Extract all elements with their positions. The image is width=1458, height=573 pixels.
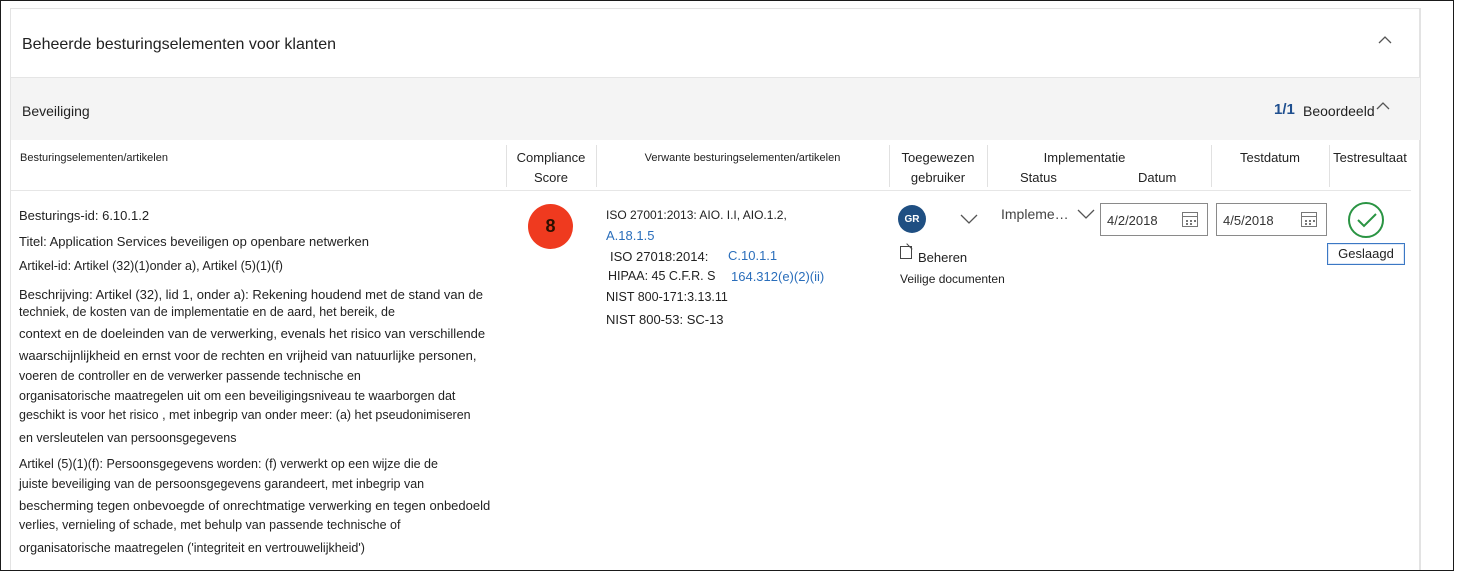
related-iso27018: ISO 27018:2014: [610,249,709,264]
col-header-test-date: Testdatum [1240,150,1300,165]
secure-documents-link[interactable]: Veilige documenten [900,272,1005,286]
test-result-button[interactable]: Geslaagd [1327,243,1405,265]
col-header-score-line2: Score [534,170,568,185]
description-line: geschikt is voor het risico , met inbegr… [19,408,471,422]
assessed-label: Beoordeeld [1303,103,1375,119]
description-line: voeren de controller en de verwerker pas… [19,369,361,383]
manage-link[interactable]: Beheren [918,250,967,265]
col-header-controls: Besturingselementen/artikelen [20,152,168,164]
control-id: Besturings-id: 6.10.1.2 [19,208,150,223]
description-line: techniek, de kosten van de implementatie… [19,305,395,319]
article-line: organisatorische maatregelen ('integrite… [19,541,365,555]
related-iso27001: ISO 27001:2013: AIO. I.I, AIO.1.2, [606,208,787,222]
assigned-user-avatar[interactable]: GR [898,205,926,233]
compliance-score-badge: 8 [528,204,573,249]
related-nist-53: NIST 800-53: SC-13 [606,312,724,327]
control-title: Titel: Application Services beveiligen o… [19,234,370,249]
col-header-score-line1: Compliance [516,150,586,165]
panel-border-right [1420,8,1421,570]
section-header[interactable] [11,77,1420,140]
related-iso27018-link[interactable]: C.10.1.1 [728,248,777,263]
description-line: organisatorische maatregelen uit om een … [19,389,456,403]
edit-document-icon[interactable] [900,246,912,259]
header-row-divider [11,190,1411,191]
panel-title: Beheerde besturingselementen voor klante… [22,36,336,53]
article-id: Artikel-id: Artikel (32)(1)onder a), Art… [19,259,283,273]
chevron-up-icon[interactable] [1378,35,1392,44]
calendar-icon[interactable] [1182,212,1198,227]
status-chevron-down-icon[interactable] [1077,209,1095,219]
related-iso27001-link[interactable]: A.18.1.5 [606,228,654,243]
description-line: context en de doeleinden van de verwerki… [19,326,486,341]
related-nist-171: NIST 800-171:3.13.11 [606,290,728,304]
test-date-field[interactable]: 4/5/2018 [1216,203,1327,236]
related-hipaa-link[interactable]: 164.312(e)(2)(ii) [731,269,824,284]
section-title: Beveiliging [22,103,90,119]
col-header-assigned-line1: Toegewezen [901,150,975,165]
col-header-test-result: Testresultaat [1333,150,1407,165]
col-header-related: Verwante besturingselementen/artikelen [644,152,841,164]
test-date-value: 4/5/2018 [1223,213,1274,228]
article-line: verlies, vernieling of schade, met behul… [19,518,401,532]
col-header-date: Datum [1138,170,1177,185]
implementation-status-select[interactable]: Impleme… [1001,206,1069,222]
col-header-status: Status [1020,170,1057,185]
col-header-assigned-line2: gebruiker [910,170,966,185]
related-hipaa: HIPAA: 45 C.F.R. S [608,269,716,283]
description-line: waarschijnlijkheid en ernst voor de rech… [19,348,477,363]
description-line: en versleutelen van persoonsgegevens [19,431,237,445]
implementation-date-value: 4/2/2018 [1107,213,1158,228]
article-line: juiste beveiliging van de persoonsgegeve… [19,477,425,491]
col-header-implementation: Implementatie [1043,150,1126,165]
article-line: bescherming tegen onbevoegde of onrechtm… [19,498,491,513]
section-collapse-chevron-up-icon[interactable] [1376,101,1390,110]
assigned-user-chevron-down-icon[interactable] [960,214,978,224]
assessed-count: 1/1 [1274,101,1295,118]
implementation-date-field[interactable]: 4/2/2018 [1100,203,1208,236]
calendar-icon[interactable] [1301,212,1317,227]
description-line: Beschrijving: Artikel (32), lid 1, onder… [19,287,483,302]
article-line: Artikel (5)(1)(f): Persoonsgegevens word… [19,457,438,471]
checkmark-circle-icon [1348,202,1384,238]
